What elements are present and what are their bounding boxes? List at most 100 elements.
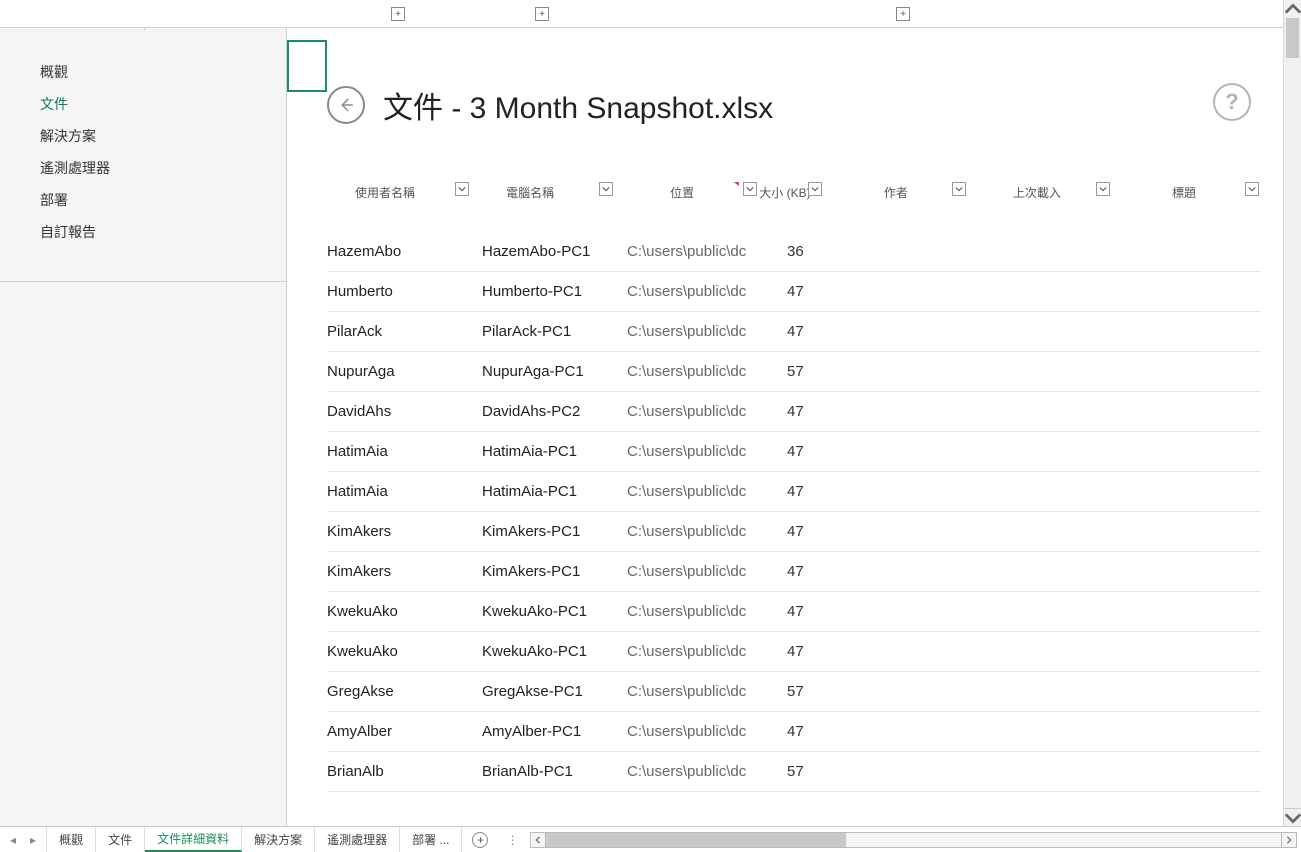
column-label: 標題	[1172, 184, 1196, 201]
sheet-tab[interactable]: 解決方案	[242, 827, 315, 852]
scroll-up-button[interactable]	[1284, 0, 1301, 18]
tab-nav-next[interactable]: ▸	[30, 833, 36, 847]
filter-dropdown-button[interactable]	[599, 182, 613, 196]
cell-pc: HatimAia-PC1	[482, 483, 627, 500]
sheet-tab[interactable]: 文件詳細資料	[145, 827, 242, 852]
cell-pc: HatimAia-PC1	[482, 443, 627, 460]
sheet-tab[interactable]: 文件	[96, 827, 145, 852]
sidebar-item[interactable]: 文件	[0, 88, 286, 120]
scroll-thumb[interactable]	[1286, 18, 1299, 58]
hscroll-thumb[interactable]	[546, 833, 846, 847]
chevron-down-icon	[746, 185, 754, 193]
cell-pc: NupurAga-PC1	[482, 363, 627, 380]
hscroll-track[interactable]	[546, 832, 1281, 848]
cell-pc: KwekuAko-PC1	[482, 603, 627, 620]
sheet-tab[interactable]: 部署 ...	[400, 827, 462, 852]
sidebar-item[interactable]: 概觀	[0, 56, 286, 88]
cell-user: HatimAia	[327, 443, 482, 460]
table-row[interactable]: HatimAiaHatimAia-PC1C:\users\public\dc47	[327, 432, 1261, 472]
tiny-dot: .	[143, 28, 146, 33]
cell-path: C:\users\public\dc	[627, 683, 787, 700]
filter-dropdown-button[interactable]	[743, 182, 757, 196]
cell-size: 47	[787, 523, 832, 540]
sidebar-item[interactable]: 遙測處理器	[0, 152, 286, 184]
help-button[interactable]: ?	[1213, 83, 1251, 121]
cell-user: KimAkers	[327, 563, 482, 580]
hscroll-right-button[interactable]	[1281, 832, 1297, 848]
help-icon: ?	[1225, 89, 1238, 115]
cell-pc: GregAkse-PC1	[482, 683, 627, 700]
cell-path: C:\users\public\dc	[627, 523, 787, 540]
cell-user: BrianAlb	[327, 763, 482, 780]
scroll-down-button[interactable]	[1284, 808, 1301, 826]
plus-icon: +	[472, 832, 488, 848]
table-row[interactable]: GregAkseGregAkse-PC1C:\users\public\dc57	[327, 672, 1261, 712]
bottom-tab-bar: ◂ ▸ 概觀文件文件詳細資料解決方案遙測處理器部署 ... + ⋮	[0, 826, 1301, 852]
add-column-button[interactable]: +	[535, 7, 549, 21]
horizontal-scrollbar[interactable]	[526, 827, 1301, 852]
column-label: 位置	[670, 184, 694, 201]
add-column-button[interactable]: +	[391, 7, 405, 21]
cell-size: 57	[787, 683, 832, 700]
sidebar-item[interactable]: 解決方案	[0, 120, 286, 152]
filter-dropdown-button[interactable]	[455, 182, 469, 196]
cell-path: C:\users\public\dc	[627, 363, 787, 380]
cell-user: PilarAck	[327, 323, 482, 340]
cell-size: 47	[787, 563, 832, 580]
arrow-left-icon	[337, 96, 355, 114]
table-row[interactable]: HumbertoHumberto-PC1C:\users\public\dc47	[327, 272, 1261, 312]
filter-dropdown-button[interactable]	[1245, 182, 1259, 196]
cell-path: C:\users\public\dc	[627, 403, 787, 420]
tab-nav-prev[interactable]: ◂	[10, 833, 16, 847]
hscroll-left-button[interactable]	[530, 832, 546, 848]
cell-size: 47	[787, 723, 832, 740]
table-row[interactable]: BrianAlbBrianAlb-PC1C:\users\public\dc57	[327, 752, 1261, 792]
chevron-down-icon	[602, 185, 610, 193]
table-row[interactable]: HazemAboHazemAbo-PC1C:\users\public\dc36	[327, 232, 1261, 272]
scroll-track[interactable]	[1284, 18, 1301, 808]
table-row[interactable]: NupurAgaNupurAga-PC1C:\users\public\dc57	[327, 352, 1261, 392]
sidebar-item[interactable]: 部署	[0, 184, 286, 216]
vertical-scrollbar[interactable]	[1283, 0, 1301, 826]
cell-user: HatimAia	[327, 483, 482, 500]
cell-path: C:\users\public\dc	[627, 323, 787, 340]
new-tab-button[interactable]: +	[462, 827, 498, 852]
cell-size: 47	[787, 283, 832, 300]
tab-overflow[interactable]: ⋮	[498, 827, 526, 852]
column-label: 使用者名稱	[355, 184, 415, 201]
chevron-down-icon	[1099, 185, 1107, 193]
chevron-down-icon	[458, 185, 466, 193]
table-row[interactable]: AmyAlberAmyAlber-PC1C:\users\public\dc47	[327, 712, 1261, 752]
filter-dropdown-button[interactable]	[808, 182, 822, 196]
table-row[interactable]: HatimAiaHatimAia-PC1C:\users\public\dc47	[327, 472, 1261, 512]
back-button[interactable]	[327, 86, 365, 124]
cell-path: C:\users\public\dc	[627, 443, 787, 460]
chevron-down-icon	[1284, 809, 1301, 827]
column-label: 上次載入	[1013, 184, 1061, 201]
cell-path: C:\users\public\dc	[627, 483, 787, 500]
cell-user: AmyAlber	[327, 723, 482, 740]
table-row[interactable]: KimAkersKimAkers-PC1C:\users\public\dc47	[327, 512, 1261, 552]
table-row[interactable]: KwekuAkoKwekuAko-PC1C:\users\public\dc47	[327, 592, 1261, 632]
cell-user: KimAkers	[327, 523, 482, 540]
table-row[interactable]: DavidAhsDavidAhs-PC2C:\users\public\dc47	[327, 392, 1261, 432]
cell-size: 57	[787, 763, 832, 780]
cell-size: 47	[787, 323, 832, 340]
add-column-button[interactable]: +	[896, 7, 910, 21]
cell-pc: DavidAhs-PC2	[482, 403, 627, 420]
cell-user: NupurAga	[327, 363, 482, 380]
sidebar-item[interactable]: 自訂報告	[0, 216, 286, 248]
cell-pc: PilarAck-PC1	[482, 323, 627, 340]
table-row[interactable]: PilarAckPilarAck-PC1C:\users\public\dc47	[327, 312, 1261, 352]
table-row[interactable]: KimAkersKimAkers-PC1C:\users\public\dc47	[327, 552, 1261, 592]
filter-dropdown-button[interactable]	[1096, 182, 1110, 196]
cell-path: C:\users\public\dc	[627, 243, 787, 260]
cell-size: 47	[787, 483, 832, 500]
top-ruler: + + +	[0, 0, 1301, 28]
selection-box[interactable]	[287, 40, 327, 92]
table-row[interactable]: KwekuAkoKwekuAko-PC1C:\users\public\dc47	[327, 632, 1261, 672]
cell-path: C:\users\public\dc	[627, 643, 787, 660]
sheet-tab[interactable]: 遙測處理器	[315, 827, 400, 852]
sheet-tab[interactable]: 概觀	[46, 827, 96, 852]
filter-dropdown-button[interactable]	[952, 182, 966, 196]
